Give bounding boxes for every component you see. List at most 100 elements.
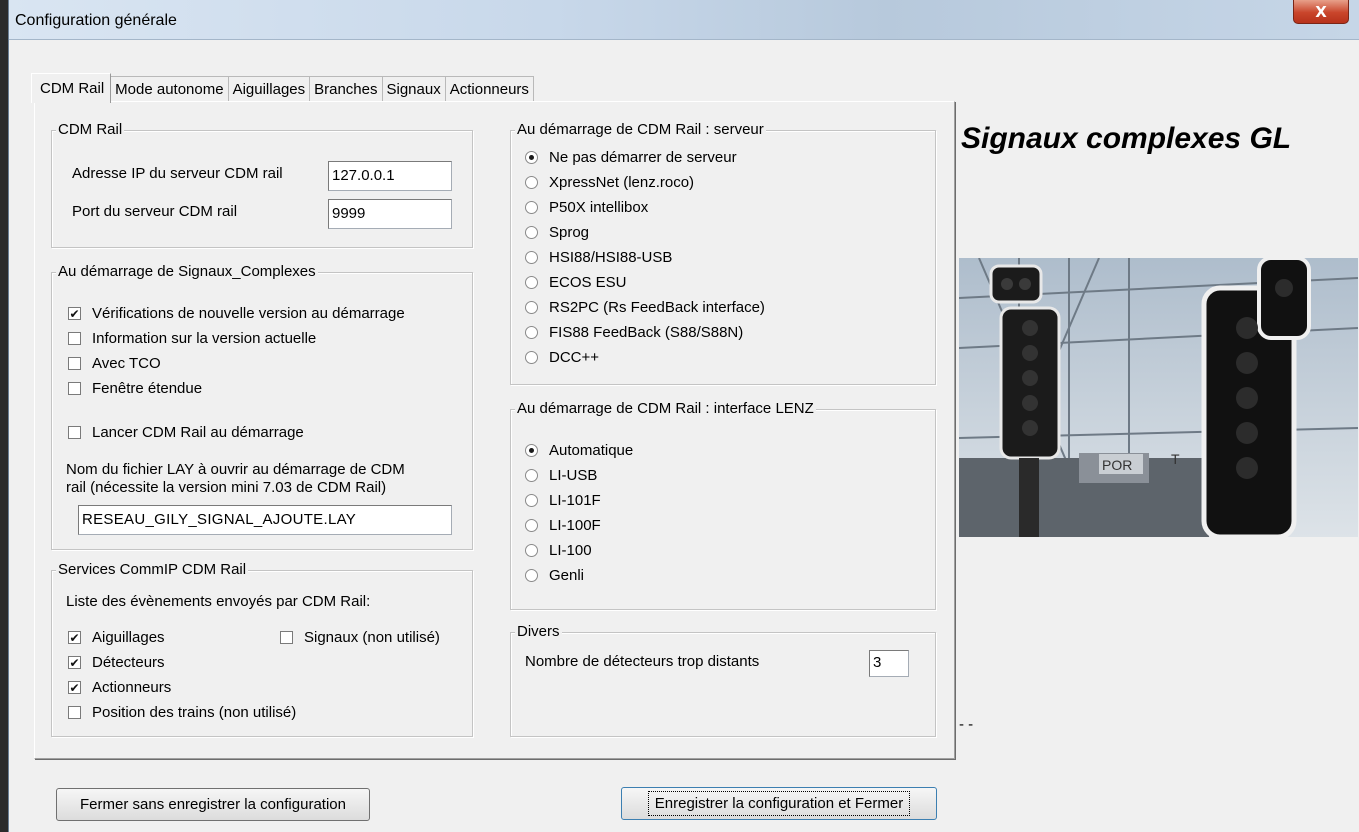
radio-label: XpressNet (lenz.roco)	[549, 174, 695, 191]
radio-server-5[interactable]: ECOS ESU	[525, 274, 627, 291]
tab-mode-autonome[interactable]: Mode autonome	[111, 76, 229, 102]
checkbox-icon	[68, 426, 81, 439]
close-without-saving-button[interactable]: Fermer sans enregistrer la configuration	[56, 788, 370, 821]
radio-lenz-0[interactable]: Automatique	[525, 442, 633, 459]
server-group: Au démarrage de CDM Rail : serveur Ne pa…	[510, 121, 936, 385]
services-group: Services CommIP CDM Rail Liste des évène…	[51, 561, 473, 737]
check-version-info[interactable]: Information sur la version actuelle	[68, 330, 316, 347]
lay-description-line2: rail (nécessite la version mini 7.03 de …	[66, 479, 387, 496]
check-aiguillages[interactable]: ✔ Aiguillages	[68, 629, 165, 646]
checkbox-icon	[68, 357, 81, 370]
photo-sign-text: POR	[1102, 457, 1132, 473]
check-label: Vérifications de nouvelle version au dém…	[92, 305, 405, 322]
startup-legend: Au démarrage de Signaux_Complexes	[56, 263, 318, 280]
radio-icon	[525, 251, 538, 264]
tab-cdm-rail[interactable]: CDM Rail	[31, 73, 112, 103]
radio-icon	[525, 301, 538, 314]
check-launch-cdm[interactable]: Lancer CDM Rail au démarrage	[68, 424, 304, 441]
checkbox-icon	[68, 382, 81, 395]
checkbox-icon	[68, 332, 81, 345]
radio-server-0[interactable]: Ne pas démarrer de serveur	[525, 149, 737, 166]
radio-lenz-4[interactable]: LI-100	[525, 542, 592, 559]
radio-server-3[interactable]: Sprog	[525, 224, 589, 241]
detector-distance-input[interactable]: 3	[869, 650, 909, 677]
radio-label: RS2PC (Rs FeedBack interface)	[549, 299, 765, 316]
radio-lenz-3[interactable]: LI-100F	[525, 517, 601, 534]
ip-input[interactable]: 127.0.0.1	[328, 161, 452, 191]
lenz-legend: Au démarrage de CDM Rail : interface LEN…	[515, 400, 816, 417]
services-legend: Services CommIP CDM Rail	[56, 561, 249, 578]
check-tco[interactable]: Avec TCO	[68, 355, 161, 372]
radio-icon	[525, 151, 538, 164]
check-label: Actionneurs	[92, 679, 172, 696]
close-button[interactable]: X	[1293, 0, 1349, 24]
radio-server-7[interactable]: FIS88 FeedBack (S88/S88N)	[525, 324, 743, 341]
radio-icon	[525, 226, 538, 239]
radio-label: LI-100	[549, 542, 592, 559]
check-label: Fenêtre étendue	[92, 380, 203, 397]
divers-legend: Divers	[515, 623, 562, 640]
checkbox-icon	[280, 631, 293, 644]
divers-group: Divers Nombre de détecteurs trop distant…	[510, 623, 936, 737]
radio-icon	[525, 519, 538, 532]
tab-signaux[interactable]: Signaux	[382, 76, 446, 102]
radio-icon	[525, 276, 538, 289]
check-train-position[interactable]: Position des trains (non utilisé)	[68, 704, 296, 721]
divers-label: Nombre de détecteurs trop distants	[525, 653, 760, 670]
cdm-rail-group: CDM Rail Adresse IP du serveur CDM rail …	[51, 121, 473, 248]
ip-label: Adresse IP du serveur CDM rail	[72, 165, 283, 182]
check-extended-window[interactable]: Fenêtre étendue	[68, 380, 202, 397]
check-label: Signaux (non utilisé)	[304, 629, 440, 646]
tab-branches[interactable]: Branches	[310, 76, 383, 102]
radio-label: LI-100F	[549, 517, 601, 534]
radio-server-2[interactable]: P50X intellibox	[525, 199, 648, 216]
radio-icon	[525, 469, 538, 482]
lay-file-input[interactable]: RESEAU_GILY_SIGNAL_AJOUTE.LAY	[78, 505, 452, 535]
check-label: Aiguillages	[92, 629, 165, 646]
radio-icon	[525, 201, 538, 214]
radio-label: DCC++	[549, 349, 600, 366]
radio-label: P50X intellibox	[549, 199, 649, 216]
status-dashes: - -	[959, 716, 974, 733]
radio-server-1[interactable]: XpressNet (lenz.roco)	[525, 174, 694, 191]
checkbox-icon: ✔	[68, 655, 81, 670]
check-detecteurs[interactable]: ✔ Détecteurs	[68, 654, 165, 671]
config-window: Configuration générale X CDM Rail Mode a…	[8, 0, 1359, 832]
checkbox-icon: ✔	[68, 680, 81, 695]
server-legend: Au démarrage de CDM Rail : serveur	[515, 121, 766, 138]
title-bar: Configuration générale X	[9, 0, 1359, 40]
photo-sign-text-2: T	[1171, 451, 1180, 467]
radio-label: Ne pas démarrer de serveur	[549, 149, 737, 166]
radio-icon	[525, 494, 538, 507]
port-input[interactable]: 9999	[328, 199, 452, 229]
save-and-close-button[interactable]: Enregistrer la configuration et Fermer	[621, 787, 937, 820]
check-signaux[interactable]: Signaux (non utilisé)	[280, 629, 440, 646]
radio-server-4[interactable]: HSI88/HSI88-USB	[525, 249, 672, 266]
radio-server-8[interactable]: DCC++	[525, 349, 599, 366]
close-icon: X	[1315, 2, 1327, 21]
startup-group: Au démarrage de Signaux_Complexes ✔ Véri…	[51, 263, 473, 550]
radio-lenz-5[interactable]: Genli	[525, 567, 584, 584]
check-actionneurs[interactable]: ✔ Actionneurs	[68, 679, 171, 696]
services-intro: Liste des évènements envoyés par CDM Rai…	[66, 593, 371, 610]
check-label: Avec TCO	[92, 355, 161, 372]
radio-lenz-1[interactable]: LI-USB	[525, 467, 597, 484]
radio-server-6[interactable]: RS2PC (Rs FeedBack interface)	[525, 299, 765, 316]
lenz-group: Au démarrage de CDM Rail : interface LEN…	[510, 400, 936, 610]
radio-label: ECOS ESU	[549, 274, 627, 291]
window-title: Configuration générale	[15, 12, 177, 29]
radio-icon	[525, 544, 538, 557]
radio-lenz-2[interactable]: LI-101F	[525, 492, 601, 509]
tab-actionneurs[interactable]: Actionneurs	[445, 76, 534, 102]
signals-photo: POR T	[959, 258, 1358, 537]
radio-icon	[525, 176, 538, 189]
check-label: Information sur la version actuelle	[92, 330, 317, 347]
radio-label: FIS88 FeedBack (S88/S88N)	[549, 324, 744, 341]
checkbox-icon	[68, 706, 81, 719]
tab-strip: CDM Rail Mode autonome Aiguillages Branc…	[31, 73, 534, 103]
check-new-version[interactable]: ✔ Vérifications de nouvelle version au d…	[68, 305, 405, 322]
checkbox-icon: ✔	[68, 306, 81, 321]
tab-aiguillages[interactable]: Aiguillages	[228, 76, 311, 102]
check-label: Position des trains (non utilisé)	[92, 704, 297, 721]
cancel-label: Fermer sans enregistrer la configuration	[80, 796, 346, 813]
